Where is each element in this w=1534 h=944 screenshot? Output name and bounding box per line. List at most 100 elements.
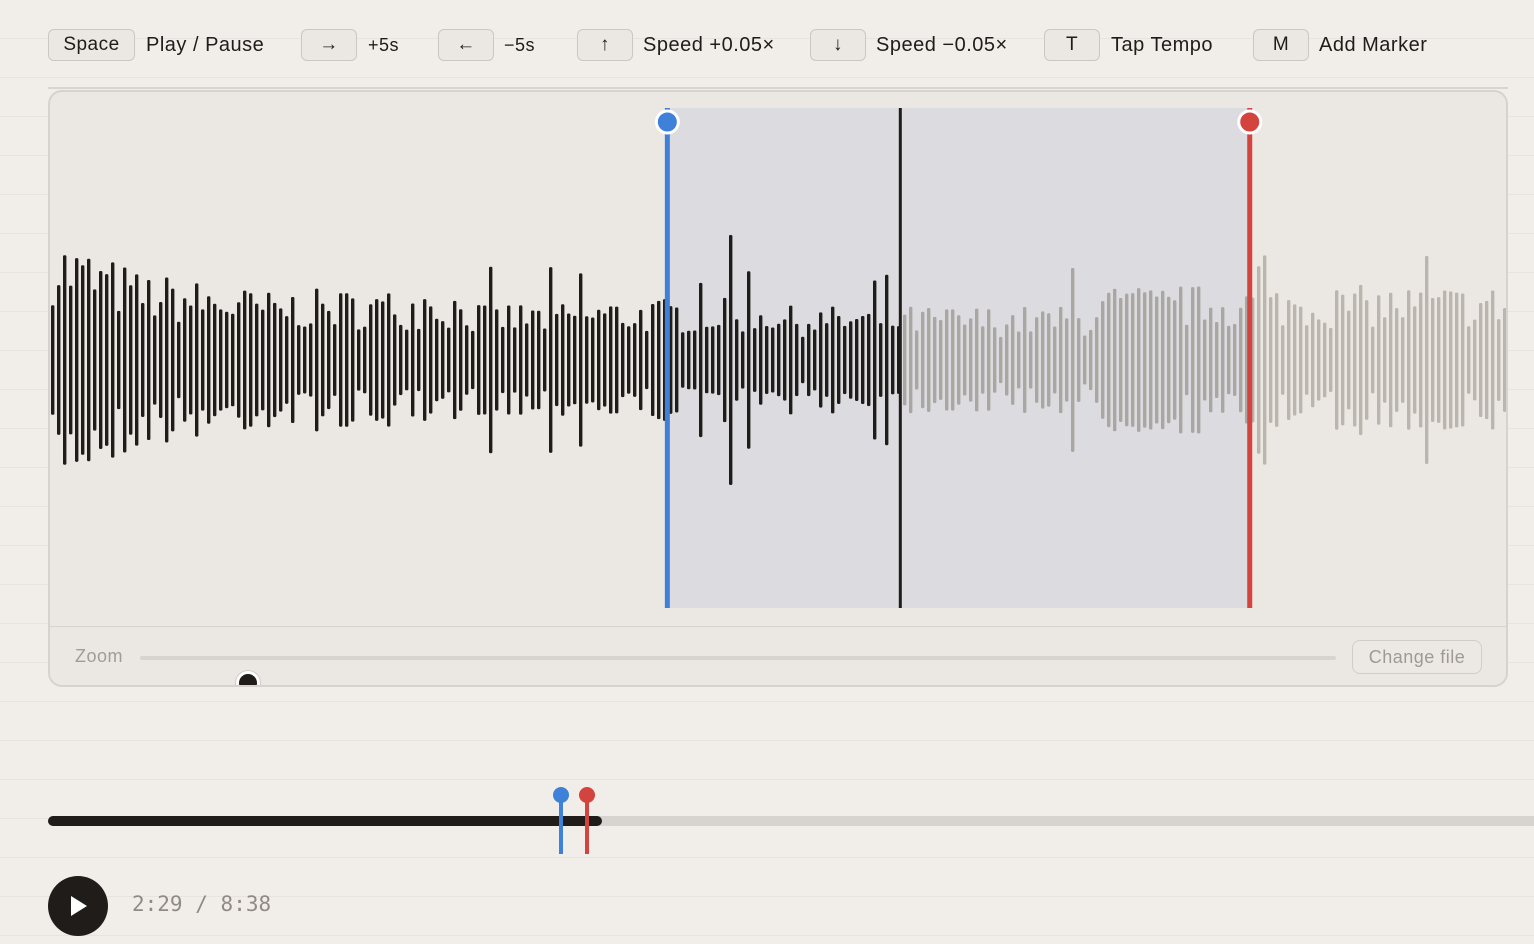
waveform-bar bbox=[399, 324, 403, 396]
waveform-bar bbox=[765, 326, 769, 394]
waveform-bar bbox=[711, 326, 715, 394]
waveform-bar bbox=[999, 336, 1003, 384]
waveform-bar bbox=[243, 290, 247, 430]
timeline-loop-end-marker[interactable] bbox=[584, 802, 589, 854]
waveform-bar bbox=[1335, 290, 1339, 430]
header-divider bbox=[48, 87, 1508, 89]
waveform-bar bbox=[759, 315, 763, 405]
waveform-bar bbox=[1017, 331, 1021, 389]
waveform-bar bbox=[1377, 295, 1381, 425]
play-button[interactable] bbox=[48, 876, 108, 936]
waveform-bar bbox=[1455, 292, 1459, 428]
waveform-bar bbox=[459, 309, 463, 411]
waveform-bar bbox=[501, 326, 505, 394]
waveform-bar bbox=[273, 302, 277, 418]
waveform-bar bbox=[627, 326, 631, 394]
waveform-bar bbox=[723, 297, 727, 423]
arrow-left-key[interactable]: ← bbox=[438, 29, 494, 61]
waveform-bar bbox=[1407, 290, 1411, 430]
waveform-canvas[interactable] bbox=[50, 92, 1506, 625]
waveform-bar bbox=[411, 303, 415, 417]
waveform-bar bbox=[1317, 319, 1321, 401]
change-file-button[interactable]: Change file bbox=[1352, 640, 1482, 674]
arrow-down-key[interactable]: ↓ bbox=[810, 29, 866, 61]
waveform-bar bbox=[783, 319, 787, 401]
waveform-bar bbox=[555, 313, 559, 407]
waveform-bar bbox=[453, 300, 457, 420]
waveform-bar bbox=[963, 324, 967, 396]
waveform-bar bbox=[729, 235, 733, 485]
waveform-bar bbox=[1083, 335, 1087, 385]
waveform-bar bbox=[657, 300, 661, 420]
loop-start-marker[interactable] bbox=[664, 108, 670, 608]
waveform-bar bbox=[1071, 268, 1075, 452]
waveform-bar bbox=[873, 280, 877, 440]
waveform-bar bbox=[1263, 255, 1267, 465]
speed-up-label: Speed +0.05× bbox=[643, 34, 775, 56]
waveform-bar bbox=[1257, 266, 1261, 454]
waveform-bar bbox=[327, 310, 331, 410]
waveform-bar bbox=[1203, 319, 1207, 401]
waveform-bar bbox=[1233, 324, 1237, 396]
waveform-bar bbox=[747, 271, 751, 449]
m-key[interactable]: M bbox=[1253, 29, 1309, 61]
waveform-bar bbox=[1467, 326, 1471, 394]
waveform-bar bbox=[321, 303, 325, 417]
waveform-bar bbox=[573, 315, 577, 405]
add-marker-label: Add Marker bbox=[1319, 34, 1428, 56]
waveform-bar bbox=[105, 274, 109, 446]
waveform-bar bbox=[1389, 292, 1393, 428]
zoom-slider-knob[interactable] bbox=[235, 671, 260, 685]
timeline-loop-end-handle[interactable] bbox=[578, 787, 595, 803]
waveform-bar bbox=[1119, 298, 1123, 422]
waveform-bar bbox=[1161, 290, 1165, 430]
loop-end-handle[interactable] bbox=[1237, 109, 1263, 135]
waveform-bar bbox=[1293, 304, 1297, 416]
waveform-bar bbox=[87, 258, 91, 462]
waveform-bar bbox=[1239, 307, 1243, 413]
waveform-bar bbox=[381, 301, 385, 419]
loop-start-handle[interactable] bbox=[654, 109, 680, 135]
waveform-bar bbox=[57, 285, 61, 435]
timeline-scrubber[interactable] bbox=[48, 780, 1534, 860]
timeline-loop-start-handle[interactable] bbox=[553, 787, 570, 803]
waveform-bar bbox=[177, 321, 181, 399]
waveform-bar bbox=[891, 325, 895, 395]
waveform-bar bbox=[537, 310, 541, 410]
current-time: 2:29 bbox=[132, 892, 183, 916]
waveform-bar bbox=[111, 262, 115, 458]
waveform-bar bbox=[1329, 328, 1333, 392]
waveform-bar bbox=[1473, 319, 1477, 401]
waveform-bar bbox=[1011, 315, 1015, 405]
waveform-bar bbox=[1479, 302, 1483, 418]
waveform-bar bbox=[1443, 290, 1447, 430]
waveform-bar bbox=[543, 328, 547, 392]
waveform-bar bbox=[1227, 325, 1231, 395]
waveform-bar bbox=[51, 305, 55, 415]
waveform-bar bbox=[1035, 317, 1039, 403]
loop-end-marker[interactable] bbox=[1247, 108, 1253, 608]
zoom-slider-track[interactable] bbox=[140, 656, 1336, 685]
playhead[interactable] bbox=[898, 108, 902, 608]
arrow-right-key[interactable]: → bbox=[301, 29, 357, 61]
waveform-panel: Zoom Change file bbox=[48, 90, 1508, 687]
arrow-up-key[interactable]: ↑ bbox=[577, 29, 633, 61]
waveform-bar bbox=[735, 319, 739, 401]
waveform-bar bbox=[303, 326, 307, 394]
skip-forward-label: +5s bbox=[368, 35, 400, 55]
waveform-bar bbox=[1425, 256, 1429, 464]
waveform-bar bbox=[315, 288, 319, 432]
waveform-bar bbox=[1503, 308, 1506, 412]
waveform-bar bbox=[93, 289, 97, 431]
waveform-bar bbox=[81, 265, 85, 455]
waveform-bar bbox=[1323, 322, 1327, 398]
waveform-bar bbox=[117, 310, 121, 410]
waveform-bar bbox=[423, 299, 427, 421]
waveform-bar bbox=[519, 305, 523, 415]
waveform-bar bbox=[1341, 294, 1345, 426]
t-key[interactable]: T bbox=[1044, 29, 1100, 61]
space-key[interactable]: Space bbox=[48, 29, 135, 61]
timeline-loop-start-marker[interactable] bbox=[559, 802, 564, 854]
waveform-bar bbox=[879, 323, 883, 397]
waveform-bar bbox=[237, 302, 241, 418]
